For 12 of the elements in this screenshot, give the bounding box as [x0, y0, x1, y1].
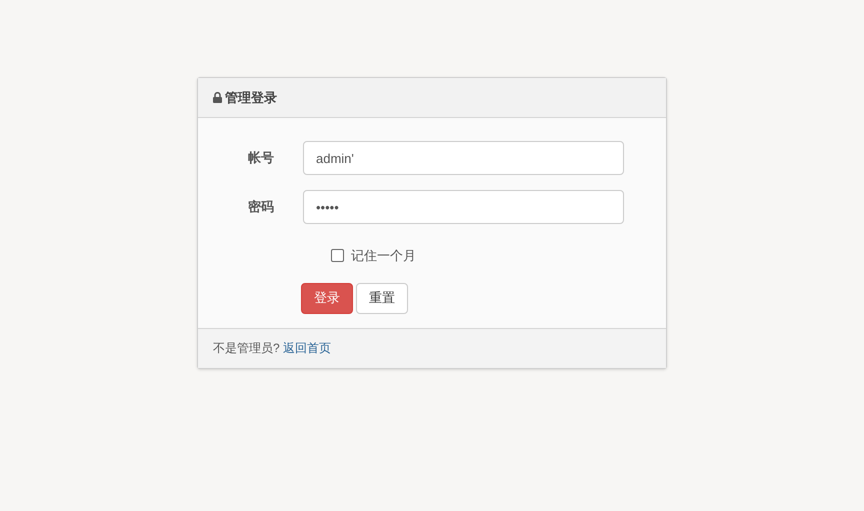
checkbox[interactable] [331, 249, 344, 262]
reset-button[interactable]: 重置 [356, 282, 408, 314]
input-field[interactable]: admin' [303, 141, 624, 175]
lock-icon [213, 92, 222, 103]
field-label: 密码 [248, 198, 274, 216]
login-button[interactable]: 登录 [301, 282, 353, 314]
field-label: 帐号 [248, 149, 274, 168]
input-field[interactable]: ••••• [303, 190, 624, 224]
home-link[interactable]: 返回首页 [283, 341, 332, 355]
panel-title: 管理登录 [225, 88, 277, 107]
checkbox-label: 记住一个月 [351, 247, 416, 265]
footer-text: 不是管理员? 返回首页 [213, 340, 332, 357]
